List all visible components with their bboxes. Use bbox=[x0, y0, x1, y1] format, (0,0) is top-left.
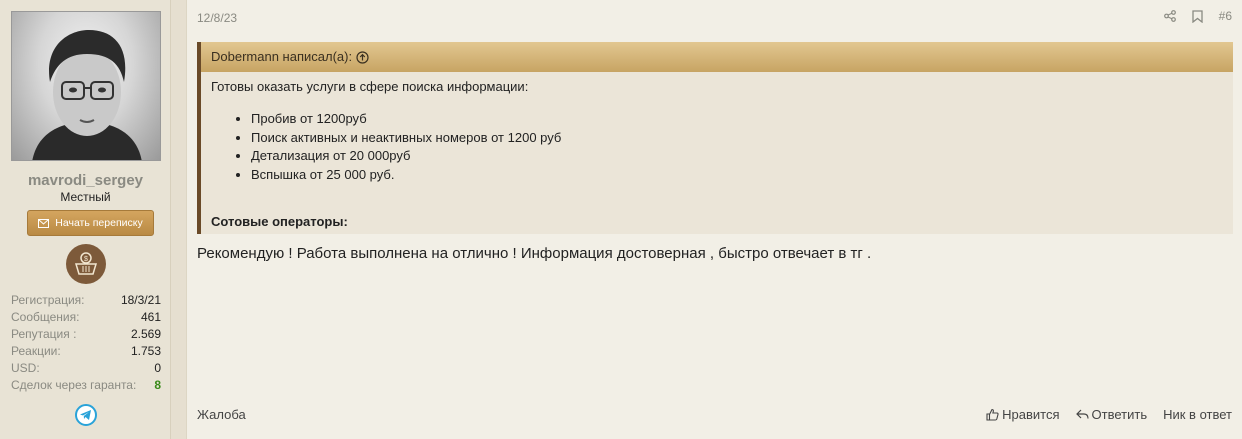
stat-usd: USD: 0 bbox=[11, 361, 161, 375]
arrow-up-circle-icon[interactable] bbox=[356, 50, 369, 64]
stat-reputation: Репутация : 2.569 bbox=[11, 327, 161, 341]
quote-block: Dobermann написал(а): Готовы оказать усл… bbox=[197, 42, 1233, 234]
list-item: Пробив от 1200руб bbox=[251, 110, 1223, 129]
report-link[interactable]: Жалоба bbox=[197, 407, 246, 422]
thumbs-up-icon bbox=[986, 408, 999, 421]
envelope-icon bbox=[38, 218, 50, 228]
basket-badge-icon: $ bbox=[66, 244, 106, 284]
like-label: Нравится bbox=[1002, 407, 1060, 422]
start-conversation-label: Начать переписку bbox=[55, 217, 143, 229]
share-icon[interactable] bbox=[1163, 9, 1177, 23]
post: 12/8/23 #6 Dobermann написал(а): Готовы … bbox=[186, 0, 1242, 439]
like-button[interactable]: Нравится bbox=[986, 407, 1060, 422]
user-stats: Регистрация: 18/3/21 Сообщения: 461 Репу… bbox=[11, 292, 161, 394]
quote-author: Dobermann написал(а): bbox=[211, 49, 353, 64]
post-actions: #6 bbox=[1163, 9, 1232, 23]
user-sidebar: mavrodi_sergey Местный Начать переписку … bbox=[0, 0, 171, 439]
post-text: Рекомендую ! Работа выполнена на отлично… bbox=[197, 245, 872, 262]
username[interactable]: mavrodi_sergey bbox=[0, 172, 171, 189]
stat-reactions: Реакции: 1.753 bbox=[11, 344, 161, 358]
post-date[interactable]: 12/8/23 bbox=[197, 11, 237, 25]
reply-button[interactable]: Ответить bbox=[1075, 407, 1148, 422]
list-item: Детализация от 20 000руб bbox=[251, 147, 1223, 166]
list-item: Поиск активных и неактивных номеров от 1… bbox=[251, 129, 1223, 148]
reply-icon bbox=[1075, 409, 1089, 419]
stat-escrow-deals: Сделок через гаранта: 8 bbox=[11, 378, 161, 392]
quote-header[interactable]: Dobermann написал(а): bbox=[201, 42, 1233, 72]
post-number[interactable]: #6 bbox=[1219, 9, 1232, 23]
telegram-icon[interactable] bbox=[75, 404, 97, 426]
svg-text:$: $ bbox=[84, 256, 88, 263]
nick-reply-button[interactable]: Ник в ответ bbox=[1163, 407, 1232, 422]
stat-messages: Сообщения: 461 bbox=[11, 310, 161, 324]
reply-label: Ответить bbox=[1091, 407, 1148, 422]
bookmark-icon[interactable] bbox=[1191, 9, 1205, 23]
quote-list: Пробив от 1200руб Поиск активных и неакт… bbox=[211, 110, 1223, 184]
footer-actions: Нравится Ответить Ник в ответ bbox=[986, 407, 1232, 422]
stat-registration: Регистрация: 18/3/21 bbox=[11, 293, 161, 307]
avatar[interactable] bbox=[11, 11, 161, 161]
start-conversation-button[interactable]: Начать переписку bbox=[27, 210, 154, 236]
user-title: Местный bbox=[60, 190, 111, 204]
quote-subheading: Сотовые операторы: bbox=[211, 214, 348, 229]
list-item: Вспышка от 25 000 руб. bbox=[251, 166, 1223, 185]
quote-intro: Готовы оказать услуги в сфере поиска инф… bbox=[211, 79, 529, 94]
quote-body: Готовы оказать услуги в сфере поиска инф… bbox=[201, 72, 1233, 192]
